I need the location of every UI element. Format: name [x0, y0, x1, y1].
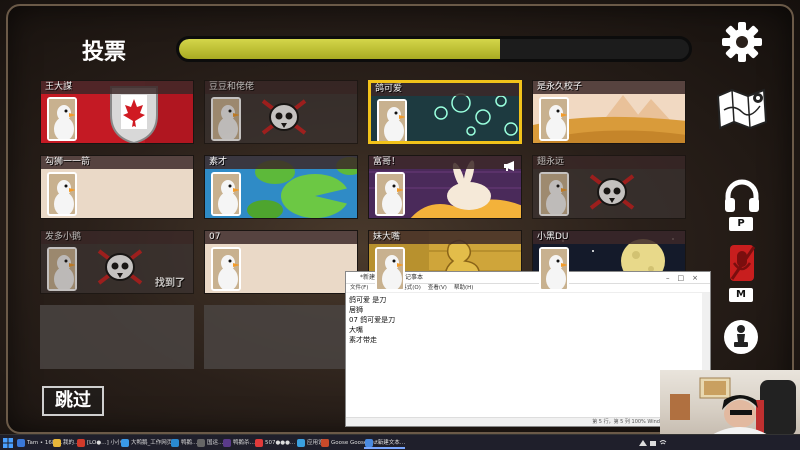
player-vote-card[interactable]: 鸽可爱 [368, 80, 522, 144]
vote-title: 投票 [82, 40, 127, 65]
megaphone-icon [503, 157, 517, 176]
vote-timer-bar [176, 36, 692, 62]
card-name-strip [205, 231, 357, 244]
player-avatar [377, 99, 407, 141]
dead-skull-icon [95, 247, 145, 291]
player-avatar [211, 247, 241, 291]
notepad-line: 大嘴 [349, 326, 363, 334]
game-screen: 投票 王大謀 豆豆和佬佬 鸽可爱 是永久校子勾狮一一箭 素才 富哥！ 翅永远发多小鹅找到了 0… [0, 0, 800, 450]
notepad-line: 居狮 [349, 306, 363, 314]
empty-slot [40, 305, 194, 369]
player-name: 素才 [209, 157, 228, 167]
chess-pawn-icon[interactable] [722, 318, 760, 356]
notepad-window[interactable]: *新建文本文档 - 记事本 –□× 文件(F)编辑(E)格式(O)查看(V)帮助… [345, 271, 711, 427]
player-vote-card[interactable]: 发多小鹅找到了 [40, 230, 194, 294]
player-name: 富哥！ [373, 157, 401, 167]
player-avatar [47, 172, 77, 216]
player-name: 翅永远 [537, 157, 565, 167]
notepad-line: 07 鸽可爱是刀 [349, 316, 396, 324]
webcam-feed [670, 377, 796, 436]
muted-microphone-icon[interactable] [724, 243, 760, 285]
notepad-text-area[interactable]: 鸽可爱 是刀 居狮 07 鸽可爱是刀 大嘴素才带走 [346, 293, 710, 411]
notepad-line: 素才带走 [349, 336, 377, 344]
streamer-webcam [660, 370, 800, 436]
player-vote-card[interactable]: 豆豆和佬佬 [204, 80, 358, 144]
empty-slot [204, 305, 358, 369]
player-avatar [211, 97, 241, 141]
player-vote-card[interactable]: 王大謀 [40, 80, 194, 144]
player-vote-card[interactable]: 是永久校子 [532, 80, 686, 144]
notepad-menu-item[interactable]: 帮助(H) [454, 285, 473, 291]
player-avatar [539, 97, 569, 141]
player-avatar [47, 247, 77, 291]
player-name: 07 [209, 232, 221, 242]
mute-key: M [729, 288, 753, 302]
notepad-status-bar: 第 5 行，第 5 列 100% Windows (CRLF) UTF-8 [346, 417, 710, 426]
player-name: 是永久校子 [537, 82, 583, 92]
player-vote-card[interactable]: 富哥！ [368, 155, 522, 219]
headphones-icon[interactable] [722, 178, 762, 212]
dead-skull-icon [259, 97, 309, 141]
player-name: 豆豆和佬佬 [209, 82, 255, 92]
player-avatar [539, 172, 569, 216]
dead-skull-icon [587, 172, 637, 216]
notepad-menu-item[interactable]: 查看(V) [428, 285, 447, 291]
player-vote-card[interactable]: 素才 [204, 155, 358, 219]
player-avatar [539, 247, 569, 291]
player-name: 小黑DU [537, 232, 569, 242]
notepad-line: 鸽可爱 是刀 [349, 296, 387, 304]
skip-vote-button[interactable]: 跳过 [42, 386, 104, 416]
taskbar-item[interactable]: *新建文本… [364, 437, 406, 449]
player-name: 妹大嘴 [373, 232, 401, 242]
player-name: 鸽可爱 [375, 84, 403, 94]
player-name: 王大謀 [45, 82, 73, 92]
map-icon[interactable] [714, 86, 770, 132]
player-avatar [375, 247, 405, 291]
windows-start-icon[interactable] [3, 438, 13, 448]
vote-timer-fill [179, 39, 501, 59]
taskbar-item[interactable]: 鸭鹅… [170, 437, 198, 449]
player-avatar [211, 172, 241, 216]
player-vote-card[interactable]: 勾狮一一箭 [40, 155, 194, 219]
player-name: 勾狮一一箭 [45, 157, 91, 167]
player-vote-card[interactable]: 07 [204, 230, 358, 294]
window-controls[interactable]: –□× [666, 272, 706, 284]
windows-taskbar: Tam • 1680… 我的… [LO●…] 小小… 大鸭鹅_工作网页… 鸭鹅… 国运… 鸭… [0, 434, 800, 450]
taskbar-item[interactable]: 507●●●… [254, 437, 295, 449]
push-to-talk-key: P [729, 217, 753, 231]
player-vote-card[interactable]: 翅永远 [532, 155, 686, 219]
player-avatar [47, 97, 77, 141]
tray-icons[interactable] [638, 438, 668, 448]
player-avatar [375, 172, 405, 216]
taskbar-item[interactable]: 鸭鹅杀… [222, 437, 255, 449]
player-name: 发多小鹅 [45, 232, 82, 242]
notepad-menu-item[interactable]: 文件(F) [350, 285, 368, 291]
taskbar-item[interactable]: 国运… [196, 437, 224, 449]
body-found-label: 找到了 [155, 278, 185, 289]
gear-icon[interactable] [720, 20, 764, 64]
card-name-strip [205, 156, 357, 169]
